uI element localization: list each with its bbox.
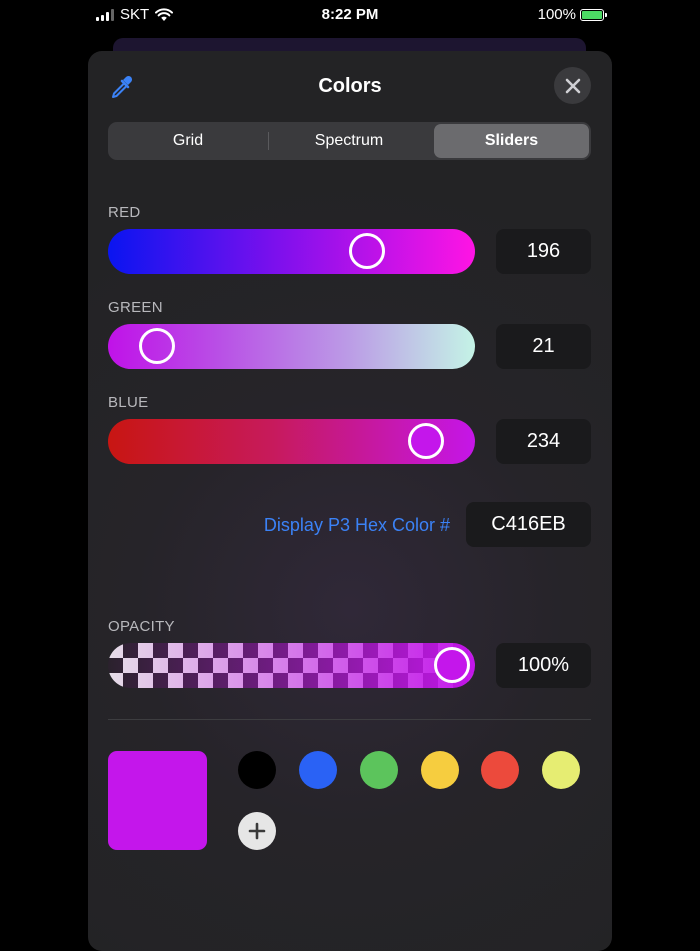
- blue-label: BLUE: [108, 394, 149, 411]
- green-label: GREEN: [108, 299, 163, 316]
- colors-panel: Colors Grid Spectrum Sliders RED 196 GRE…: [88, 51, 612, 951]
- red-slider[interactable]: [108, 229, 475, 274]
- status-bar: SKT 8:22 PM 100%: [0, 0, 700, 30]
- swatch-red[interactable]: [481, 751, 519, 789]
- blue-value-field[interactable]: 234: [496, 419, 591, 464]
- hex-color-field[interactable]: C416EB: [466, 502, 591, 547]
- opacity-slider-thumb[interactable]: [434, 647, 470, 683]
- hex-color-label[interactable]: Display P3 Hex Color #: [264, 515, 450, 536]
- red-value-field[interactable]: 196: [496, 229, 591, 274]
- swatch-yellow[interactable]: [421, 751, 459, 789]
- swatch-green[interactable]: [360, 751, 398, 789]
- add-swatch-button[interactable]: [238, 812, 276, 850]
- opacity-value-field[interactable]: 100%: [496, 643, 591, 688]
- tab-grid[interactable]: Grid: [110, 124, 266, 158]
- red-slider-thumb[interactable]: [348, 233, 385, 269]
- swatch-blue[interactable]: [299, 751, 337, 789]
- battery-percent: 100%: [537, 6, 576, 23]
- current-color-swatch: [108, 751, 207, 850]
- tab-sliders[interactable]: Sliders: [434, 124, 589, 158]
- mode-segmented-control: Grid Spectrum Sliders: [108, 122, 591, 160]
- green-value-field[interactable]: 21: [496, 324, 591, 369]
- segment-divider: [268, 132, 269, 150]
- red-label: RED: [108, 204, 141, 221]
- close-button[interactable]: [554, 67, 591, 104]
- plus-icon: [248, 822, 266, 840]
- green-slider-thumb[interactable]: [138, 328, 175, 364]
- tab-spectrum[interactable]: Spectrum: [270, 124, 428, 158]
- battery-icon: [580, 8, 607, 21]
- close-icon: [565, 78, 580, 93]
- swatch-light-yellow[interactable]: [542, 751, 580, 789]
- swatch-black[interactable]: [238, 751, 276, 789]
- status-right: 100%: [537, 6, 607, 23]
- opacity-slider[interactable]: [108, 643, 475, 688]
- panel-title: Colors: [318, 75, 382, 97]
- opacity-label: OPACITY: [108, 618, 175, 635]
- section-divider: [108, 719, 591, 720]
